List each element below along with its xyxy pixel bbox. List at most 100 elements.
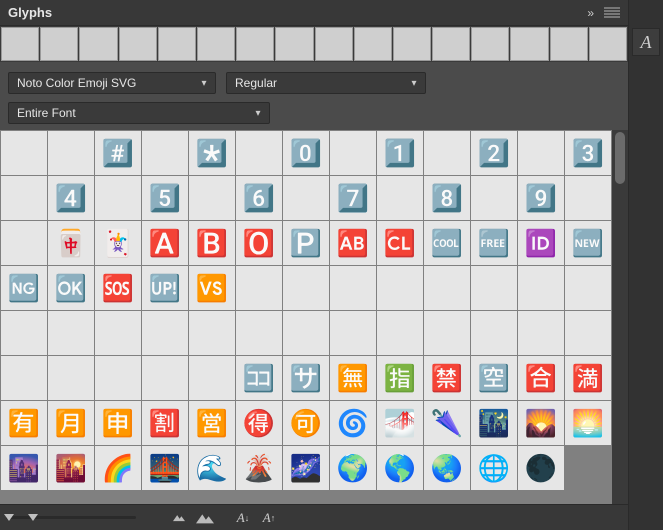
panel-menu-button[interactable] xyxy=(604,7,620,19)
glyph-cell[interactable]: 🀄 xyxy=(48,221,94,265)
mountain-small-icon[interactable] xyxy=(168,509,190,527)
recent-glyph-slot[interactable] xyxy=(1,27,39,61)
glyph-cell[interactable]: 🈳 xyxy=(471,356,517,400)
glyph-cell[interactable]: 🈵 xyxy=(565,356,611,400)
glyph-cell[interactable]: 🇿 xyxy=(189,356,235,400)
glyph-cell[interactable]: 🇧 xyxy=(283,266,329,310)
font-family-select[interactable]: Noto Color Emoji SVG ▾ xyxy=(8,72,216,94)
glyph-cell[interactable]: ® xyxy=(1,221,47,265)
glyph-cell[interactable]: 🇶 xyxy=(377,311,423,355)
glyph-cell[interactable]: *️⃣ xyxy=(189,131,235,175)
glyph-cell[interactable]: 🌇 xyxy=(48,446,94,490)
recent-glyph-slot[interactable] xyxy=(589,27,627,61)
recent-glyph-slot[interactable] xyxy=(432,27,470,61)
zoom-in-button[interactable]: A↑ xyxy=(258,509,280,527)
glyph-cell[interactable]: 🇲 xyxy=(189,311,235,355)
glyph-cell[interactable]: 🇦 xyxy=(236,266,282,310)
glyph-cell[interactable]: 4️⃣ xyxy=(48,176,94,220)
glyph-cell[interactable]: 🈂️ xyxy=(283,356,329,400)
slider-handle[interactable] xyxy=(28,514,38,521)
glyph-cell[interactable]: 🇷 xyxy=(424,311,470,355)
glyph-cell[interactable]: 🅿️ xyxy=(283,221,329,265)
glyph-cell[interactable]: 8️⃣ xyxy=(424,176,470,220)
glyph-cell[interactable]: #️⃣ xyxy=(95,131,141,175)
glyph-cell[interactable]: 🇺 xyxy=(565,311,611,355)
recent-glyph-slot[interactable] xyxy=(275,27,313,61)
glyph-cell[interactable]: 0 xyxy=(236,131,282,175)
glyph-cell[interactable]: 🌏 xyxy=(424,446,470,490)
glyph-cell[interactable]: 🅱️ xyxy=(189,221,235,265)
glyph-cell[interactable]: 🆓 xyxy=(471,221,517,265)
scrollbar[interactable] xyxy=(612,130,628,504)
font-style-select[interactable]: Regular ▾ xyxy=(226,72,426,94)
glyph-cell[interactable]: 🇯 xyxy=(48,311,94,355)
glyph-cell[interactable]: 🆎 xyxy=(330,221,376,265)
recent-glyph-slot[interactable] xyxy=(197,27,235,61)
recent-glyph-slot[interactable] xyxy=(510,27,548,61)
glyph-cell[interactable]: 🌑 xyxy=(518,446,564,490)
glyph-cell[interactable]: 🅰️ xyxy=(142,221,188,265)
glyph-cell[interactable]: 7️⃣ xyxy=(330,176,376,220)
slider-handle[interactable] xyxy=(4,514,14,521)
glyph-cell[interactable]: 🇵 xyxy=(330,311,376,355)
glyph-cell[interactable]: 🆙 xyxy=(142,266,188,310)
glyph-cell[interactable]: 🈶 xyxy=(1,401,47,445)
glyph-cell[interactable]: 🇨 xyxy=(330,266,376,310)
recent-glyph-slot[interactable] xyxy=(158,27,196,61)
glyph-cell[interactable]: # xyxy=(48,131,94,175)
glyph-cell[interactable]: 🈲 xyxy=(424,356,470,400)
glyph-cell[interactable]: 🆚 xyxy=(189,266,235,310)
glyph-cell[interactable]: 8 xyxy=(377,176,423,220)
glyph-cell[interactable]: 🆕 xyxy=(565,221,611,265)
glyph-cell[interactable]: 🆖 xyxy=(1,266,47,310)
glyph-cell[interactable]: 🇽 xyxy=(95,356,141,400)
glyph-cell[interactable]: 🇫 xyxy=(471,266,517,310)
subset-select[interactable]: Entire Font ▾ xyxy=(8,102,270,124)
glyph-cell[interactable]: 🌈 xyxy=(95,446,141,490)
glyph-cell[interactable]: 🌃 xyxy=(471,401,517,445)
glyph-cell[interactable]: 1️⃣ xyxy=(377,131,423,175)
glyph-cell[interactable]: 🆗 xyxy=(48,266,94,310)
glyph-cell[interactable]: 🆘 xyxy=(95,266,141,310)
glyph-cell[interactable]: 1 xyxy=(330,131,376,175)
glyph-cell[interactable]: 5 xyxy=(95,176,141,220)
recent-glyph-slot[interactable] xyxy=(550,27,588,61)
recent-glyph-slot[interactable] xyxy=(79,27,117,61)
recent-glyph-slot[interactable] xyxy=(354,27,392,61)
glyph-cell[interactable]: 🌉 xyxy=(142,446,188,490)
glyph-cell[interactable]: 🌀 xyxy=(330,401,376,445)
glyph-cell[interactable]: 🌆 xyxy=(1,446,47,490)
glyph-cell[interactable]: 2 xyxy=(424,131,470,175)
recent-glyph-slot[interactable] xyxy=(40,27,78,61)
glyph-cell[interactable]: 🌎 xyxy=(377,446,423,490)
glyph-cell[interactable]: 7 xyxy=(283,176,329,220)
glyph-cell[interactable]: 2️⃣ xyxy=(471,131,517,175)
glyph-cell[interactable]: 🉑 xyxy=(283,401,329,445)
glyph-cell[interactable]: 🌍 xyxy=(330,446,376,490)
glyph-cell[interactable]: © xyxy=(565,176,611,220)
glyph-cell[interactable]: 🇼 xyxy=(48,356,94,400)
glyph-cell[interactable]: 🇮 xyxy=(1,311,47,355)
glyph-cell[interactable]: 🇸 xyxy=(471,311,517,355)
glyph-cell[interactable]: 🌌 xyxy=(283,446,329,490)
glyph-cell[interactable]: 🉐 xyxy=(236,401,282,445)
glyph-cell[interactable]: 5️⃣ xyxy=(142,176,188,220)
glyph-cell[interactable]: 🈹 xyxy=(142,401,188,445)
recent-glyph-slot[interactable] xyxy=(236,27,274,61)
glyph-cell[interactable]: 🌂 xyxy=(424,401,470,445)
glyph-cell[interactable]: 🇳 xyxy=(236,311,282,355)
recent-glyph-slot[interactable] xyxy=(119,27,157,61)
glyph-cell[interactable]: 🇬 xyxy=(518,266,564,310)
glyph-cell[interactable]: 🈁 xyxy=(236,356,282,400)
glyph-cell[interactable]: 🆒 xyxy=(424,221,470,265)
scrollbar-thumb[interactable] xyxy=(615,132,625,184)
glyph-cell[interactable]: 🇪 xyxy=(424,266,470,310)
glyph-cell[interactable]: 9 xyxy=(471,176,517,220)
glyph-cell[interactable]: 🃏 xyxy=(95,221,141,265)
glyph-cell[interactable] xyxy=(1,131,47,175)
glyphs-dock-icon[interactable]: A xyxy=(632,28,660,56)
glyph-cell[interactable]: 🈷️ xyxy=(48,401,94,445)
zoom-out-button[interactable]: A↓ xyxy=(232,509,254,527)
glyph-cell[interactable]: 🈺 xyxy=(189,401,235,445)
mountain-large-icon[interactable] xyxy=(194,509,216,527)
